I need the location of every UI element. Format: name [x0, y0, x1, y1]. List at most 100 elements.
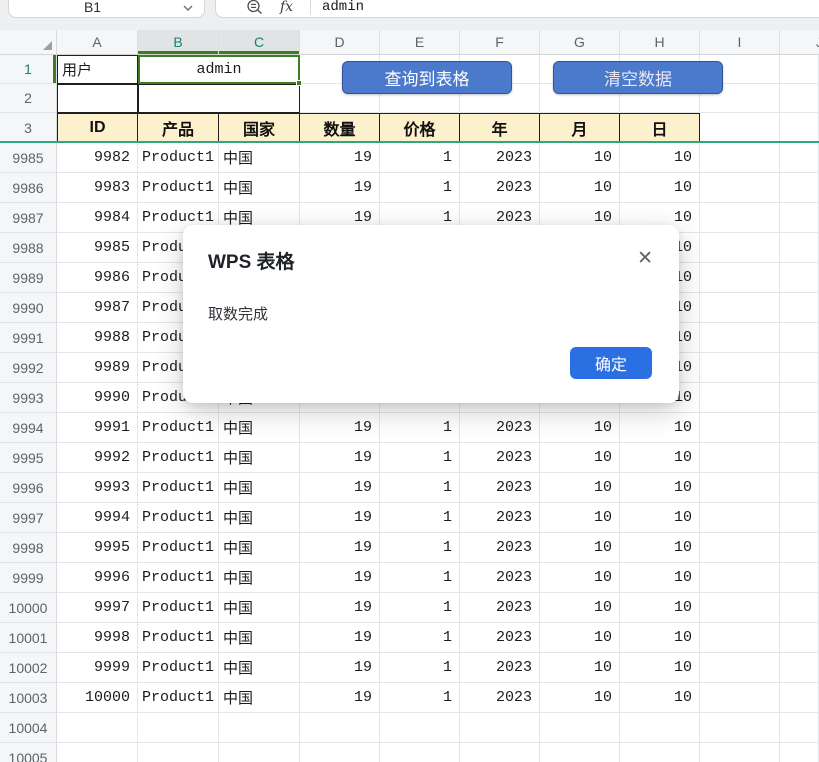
cell[interactable] [780, 383, 819, 413]
cell[interactable]: 2023 [460, 143, 540, 173]
cell[interactable] [300, 713, 380, 743]
cell[interactable] [380, 743, 460, 762]
cell[interactable] [780, 743, 819, 762]
cell[interactable] [780, 203, 819, 233]
cell[interactable]: 2023 [460, 413, 540, 443]
row-header[interactable]: 9986 [0, 173, 57, 203]
cell[interactable]: 9988 [57, 323, 138, 353]
cell[interactable]: Product1 [138, 143, 219, 173]
cell[interactable] [780, 84, 819, 113]
cell[interactable] [780, 263, 819, 293]
cell[interactable]: 10 [540, 473, 620, 503]
cell[interactable]: 19 [300, 533, 380, 563]
cell[interactable]: 1 [380, 473, 460, 503]
cell[interactable]: 9998 [57, 623, 138, 653]
cell[interactable]: 9991 [57, 413, 138, 443]
table-header-year[interactable]: 年 [460, 113, 540, 143]
cell[interactable]: 10 [540, 563, 620, 593]
cell[interactable]: 10000 [57, 683, 138, 713]
cell[interactable]: 中国 [219, 503, 300, 533]
close-icon[interactable]: ✕ [637, 249, 653, 268]
column-header-e[interactable]: E [380, 30, 460, 55]
cell[interactable] [380, 713, 460, 743]
column-header-b[interactable]: B [138, 30, 219, 55]
cell[interactable] [700, 113, 780, 143]
cell[interactable]: 9985 [57, 233, 138, 263]
cell[interactable] [780, 503, 819, 533]
cell[interactable] [540, 743, 620, 762]
cell[interactable]: 19 [300, 563, 380, 593]
cell[interactable]: 2023 [460, 623, 540, 653]
cell[interactable]: 19 [300, 413, 380, 443]
cell[interactable]: 10 [620, 683, 700, 713]
cell[interactable] [700, 203, 780, 233]
cell[interactable]: 中国 [219, 413, 300, 443]
table-header-id[interactable]: ID [57, 113, 138, 143]
clear-data-button[interactable]: 清空数据 [553, 61, 723, 94]
cell[interactable]: 10 [620, 533, 700, 563]
cell[interactable]: 中国 [219, 593, 300, 623]
cell[interactable]: 1 [380, 623, 460, 653]
cell[interactable]: 1 [380, 443, 460, 473]
cell[interactable] [219, 743, 300, 762]
column-header-a[interactable]: A [57, 30, 138, 55]
cell[interactable] [700, 413, 780, 443]
table-header-price[interactable]: 价格 [380, 113, 460, 143]
row-header[interactable]: 10004 [0, 713, 57, 743]
row-header-1[interactable]: 1 [0, 55, 57, 84]
row-header[interactable]: 10001 [0, 623, 57, 653]
cell[interactable]: 1 [380, 143, 460, 173]
cell[interactable]: 19 [300, 473, 380, 503]
cell[interactable]: 10 [620, 413, 700, 443]
column-header-d[interactable]: D [300, 30, 380, 55]
cell[interactable]: 中国 [219, 653, 300, 683]
cell[interactable]: 9995 [57, 533, 138, 563]
cell[interactable]: Product1 [138, 473, 219, 503]
cell[interactable]: 10 [540, 593, 620, 623]
cell[interactable]: 9989 [57, 353, 138, 383]
cell[interactable] [300, 743, 380, 762]
cell[interactable] [780, 653, 819, 683]
table-header-qty[interactable]: 数量 [300, 113, 380, 143]
cell[interactable]: 9990 [57, 383, 138, 413]
cell[interactable]: 10 [620, 593, 700, 623]
row-header[interactable]: 9998 [0, 533, 57, 563]
cell[interactable]: 9992 [57, 443, 138, 473]
cell[interactable]: 9984 [57, 203, 138, 233]
column-header-g[interactable]: G [540, 30, 620, 55]
cell[interactable] [460, 743, 540, 762]
cell-b2-merged[interactable] [138, 84, 300, 113]
cell[interactable]: 中国 [219, 443, 300, 473]
cell[interactable]: 中国 [219, 473, 300, 503]
name-box[interactable]: B1 [8, 0, 205, 18]
cell[interactable]: 9982 [57, 143, 138, 173]
cell[interactable] [780, 713, 819, 743]
cell[interactable]: 10 [620, 443, 700, 473]
formula-bar[interactable]: fx admin [215, 0, 819, 18]
cell[interactable]: Product1 [138, 563, 219, 593]
row-header[interactable]: 10000 [0, 593, 57, 623]
cell[interactable] [780, 353, 819, 383]
query-to-table-button[interactable]: 查询到表格 [342, 61, 512, 94]
cell[interactable] [219, 713, 300, 743]
column-header-f[interactable]: F [460, 30, 540, 55]
row-header[interactable]: 10002 [0, 653, 57, 683]
cell[interactable] [460, 713, 540, 743]
cell[interactable] [780, 443, 819, 473]
cell[interactable]: 9996 [57, 563, 138, 593]
cell[interactable]: 9986 [57, 263, 138, 293]
row-header[interactable]: 9994 [0, 413, 57, 443]
cell[interactable] [700, 143, 780, 173]
cell-b1-merged[interactable]: admin [138, 55, 300, 84]
cell[interactable] [620, 713, 700, 743]
cell[interactable] [780, 323, 819, 353]
cell[interactable] [700, 533, 780, 563]
cell[interactable] [780, 113, 819, 143]
cell[interactable]: 9994 [57, 503, 138, 533]
cell[interactable]: 10 [620, 563, 700, 593]
table-header-product[interactable]: 产品 [138, 113, 219, 143]
cell[interactable]: 19 [300, 503, 380, 533]
cell[interactable]: 9999 [57, 653, 138, 683]
cell[interactable]: 1 [380, 563, 460, 593]
cell[interactable]: 2023 [460, 173, 540, 203]
